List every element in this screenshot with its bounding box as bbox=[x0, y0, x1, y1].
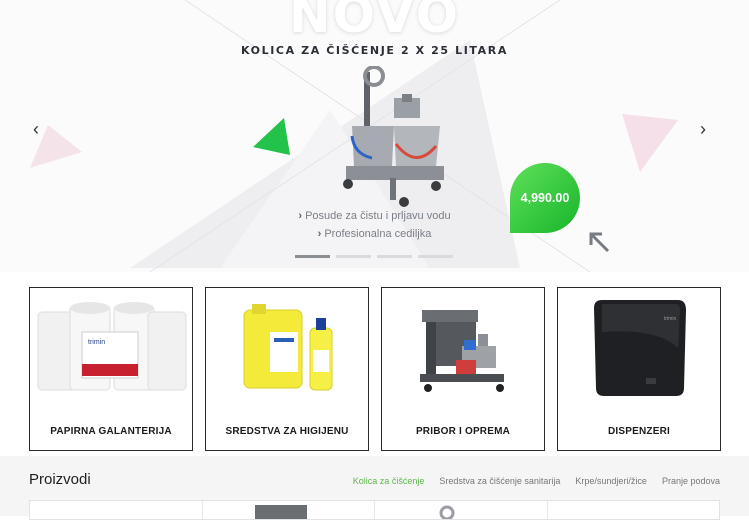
products-section: Proizvodi Kolica za čišćenje Sredstva za… bbox=[0, 456, 749, 520]
category-label: DISPENZERI bbox=[607, 426, 670, 437]
feature-item: › Posude za čistu i prljavu vodu bbox=[0, 210, 749, 222]
product-card[interactable] bbox=[30, 501, 203, 519]
cleaning-cart-image bbox=[343, 66, 444, 207]
slider-dot-4[interactable] bbox=[418, 255, 453, 258]
tab-kolica-za-ciscenje[interactable]: Kolica za čišćenje bbox=[353, 476, 425, 486]
feature-text: Profesionalna cediljka bbox=[324, 228, 432, 240]
tab-krpe-sundjeri-zice[interactable]: Krpe/sundjeri/žice bbox=[575, 476, 647, 486]
product-image bbox=[254, 505, 307, 519]
slider-prev-button[interactable]: ‹ bbox=[26, 118, 46, 140]
slider-dot-1[interactable] bbox=[295, 255, 330, 258]
paper-rolls-image: trimin bbox=[37, 302, 187, 391]
dispenser-image: trimin bbox=[594, 300, 686, 396]
price-value: 4,990.00 bbox=[520, 191, 570, 205]
chevron-right-icon: › bbox=[700, 119, 706, 139]
category-label: PRIBOR I OPREMA bbox=[415, 426, 511, 437]
price-badge: 4,990.00 bbox=[510, 163, 580, 233]
janitor-cart-image bbox=[420, 310, 504, 392]
product-cards-row bbox=[29, 500, 720, 520]
arrow-up-left-icon bbox=[589, 232, 610, 253]
slider-dot-2[interactable] bbox=[336, 255, 371, 258]
product-card[interactable] bbox=[203, 501, 375, 519]
hero-headline: NOVO bbox=[288, 0, 461, 44]
category-label: SREDSTVA ZA HIGIJENU bbox=[225, 426, 349, 437]
category-card-pribor-i-oprema[interactable]: PRIBOR I OPREMA bbox=[381, 287, 545, 451]
category-card-sredstva-za-higijenu[interactable]: SREDSTVA ZA HIGIJENU bbox=[205, 287, 369, 451]
green-triangle bbox=[253, 118, 290, 155]
svg-text:trimin: trimin bbox=[664, 316, 676, 322]
category-grid: trimin PAPIRNA GALANTERIJA SREDSTVA ZA H… bbox=[29, 287, 721, 451]
pink-triangle-right bbox=[622, 114, 678, 172]
chevron-right-icon: › bbox=[298, 210, 303, 222]
hero-subtitle: KOLICA ZA ČIŠĆENJE 2 X 25 LITARA bbox=[241, 44, 508, 57]
product-image bbox=[439, 505, 455, 519]
tab-sredstva-za-ciscenje-sanitarija[interactable]: Sredstva za čišćenje sanitarija bbox=[439, 476, 560, 486]
chevron-right-icon: › bbox=[317, 228, 322, 240]
product-card[interactable] bbox=[548, 501, 720, 519]
chevron-left-icon: ‹ bbox=[33, 119, 39, 139]
category-card-papirna-galanterija[interactable]: trimin PAPIRNA GALANTERIJA bbox=[29, 287, 193, 451]
tab-pranje-podova[interactable]: Pranje podova bbox=[662, 476, 720, 486]
category-card-dispenzeri[interactable]: trimin DISPENZERI bbox=[557, 287, 721, 451]
slider-next-button[interactable]: › bbox=[693, 118, 713, 140]
feature-text: Posude za čistu i prljavu vodu bbox=[305, 210, 451, 222]
products-title: Proizvodi bbox=[29, 471, 91, 488]
cleaning-products-image bbox=[243, 304, 333, 391]
feature-item: › Profesionalna cediljka bbox=[0, 228, 749, 240]
slider-pagination bbox=[295, 255, 453, 258]
category-label: PAPIRNA GALANTERIJA bbox=[50, 426, 172, 437]
products-tabs: Kolica za čišćenje Sredstva za čišćenje … bbox=[353, 476, 720, 486]
slider-dot-3[interactable] bbox=[377, 255, 412, 258]
hero-slider: NOVO KOLICA ZA ČIŠĆENJE 2 X 25 LITARA ‹ … bbox=[0, 0, 749, 272]
svg-text:trimin: trimin bbox=[88, 339, 105, 346]
product-card[interactable] bbox=[375, 501, 548, 519]
